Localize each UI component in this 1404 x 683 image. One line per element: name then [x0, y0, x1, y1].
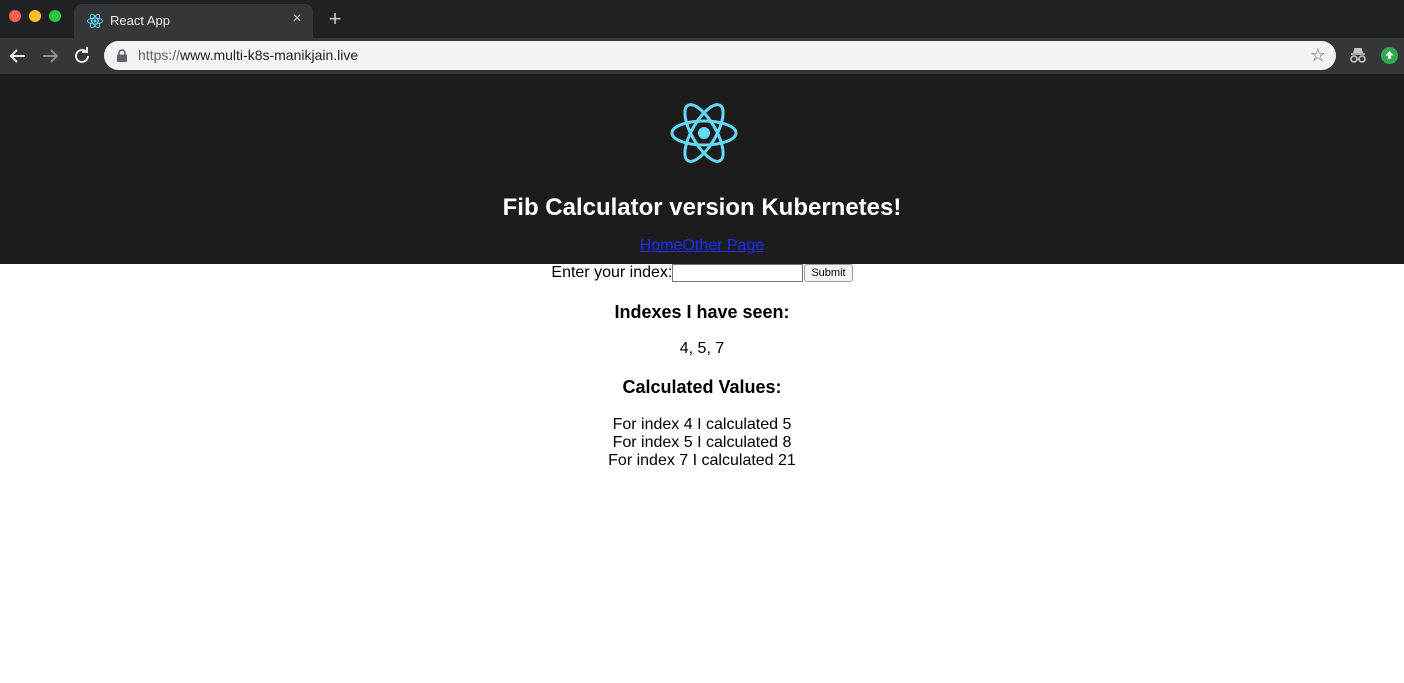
nav-links: HomeOther Page — [0, 237, 1404, 255]
address-bar[interactable]: https://www.multi-k8s-manikjain.live ☆ — [104, 41, 1336, 70]
submit-button[interactable]: Submit — [804, 264, 853, 282]
update-icon[interactable] — [1381, 47, 1398, 64]
back-button[interactable] — [6, 44, 30, 68]
url-text: https://www.multi-k8s-manikjain.live — [138, 47, 358, 63]
indexes-seen-list: 4, 5, 7 — [679, 340, 725, 357]
incognito-icon[interactable] — [1348, 46, 1368, 64]
forward-button[interactable] — [38, 44, 62, 68]
reload-button[interactable] — [70, 44, 94, 68]
star-icon[interactable]: ☆ — [1310, 45, 1326, 65]
arrow-forward-icon — [43, 49, 59, 63]
minimize-window-button[interactable] — [29, 10, 41, 22]
nav-link-home[interactable]: Home — [640, 237, 683, 254]
react-favicon-icon — [87, 13, 103, 29]
indexes-seen-heading: Indexes I have seen: — [614, 302, 790, 322]
tab-close-icon[interactable]: × — [289, 11, 305, 27]
url-scheme: https:// — [138, 47, 181, 63]
nav-link-other-page[interactable]: Other Page — [682, 237, 764, 254]
tab-react-app[interactable]: React App × — [74, 4, 313, 38]
reload-icon — [75, 47, 89, 63]
react-logo-icon — [670, 103, 738, 163]
calculated-values-heading: Calculated Values: — [622, 377, 782, 397]
maximize-window-button[interactable] — [49, 10, 61, 22]
tab-strip: React App × + — [0, 0, 1404, 38]
indexes-seen-section: Indexes I have seen: — [0, 302, 1404, 323]
url-host: www.multi-k8s-manikjain.live — [180, 47, 359, 63]
app-header: Fib Calculator version Kubernetes! HomeO… — [0, 74, 1404, 264]
calculated-value-item: For index 4 I calculated 5 — [612, 416, 792, 433]
calculated-values-list: For index 4 I calculated 5 For index 5 I… — [0, 416, 1404, 470]
arrow-up-icon — [1385, 51, 1394, 59]
browser-toolbar: https://www.multi-k8s-manikjain.live ☆ — [0, 38, 1404, 74]
close-window-button[interactable] — [9, 10, 21, 22]
calculated-values-section: Calculated Values: — [0, 377, 1404, 398]
index-input[interactable] — [672, 264, 804, 282]
page-title: Fib Calculator version Kubernetes! — [502, 194, 902, 221]
lock-icon — [117, 49, 127, 62]
browser-chrome: React App × + https://www.multi-k8s-mani… — [0, 0, 1404, 74]
arrow-back-icon — [9, 49, 25, 63]
new-tab-button[interactable]: + — [326, 8, 344, 30]
index-form: Enter your index: Submit — [0, 264, 1404, 282]
calculated-value-item: For index 7 I calculated 21 — [608, 452, 796, 469]
index-label: Enter your index: — [551, 264, 673, 281]
calculated-value-item: For index 5 I calculated 8 — [612, 434, 792, 451]
tab-title: React App — [110, 13, 170, 28]
